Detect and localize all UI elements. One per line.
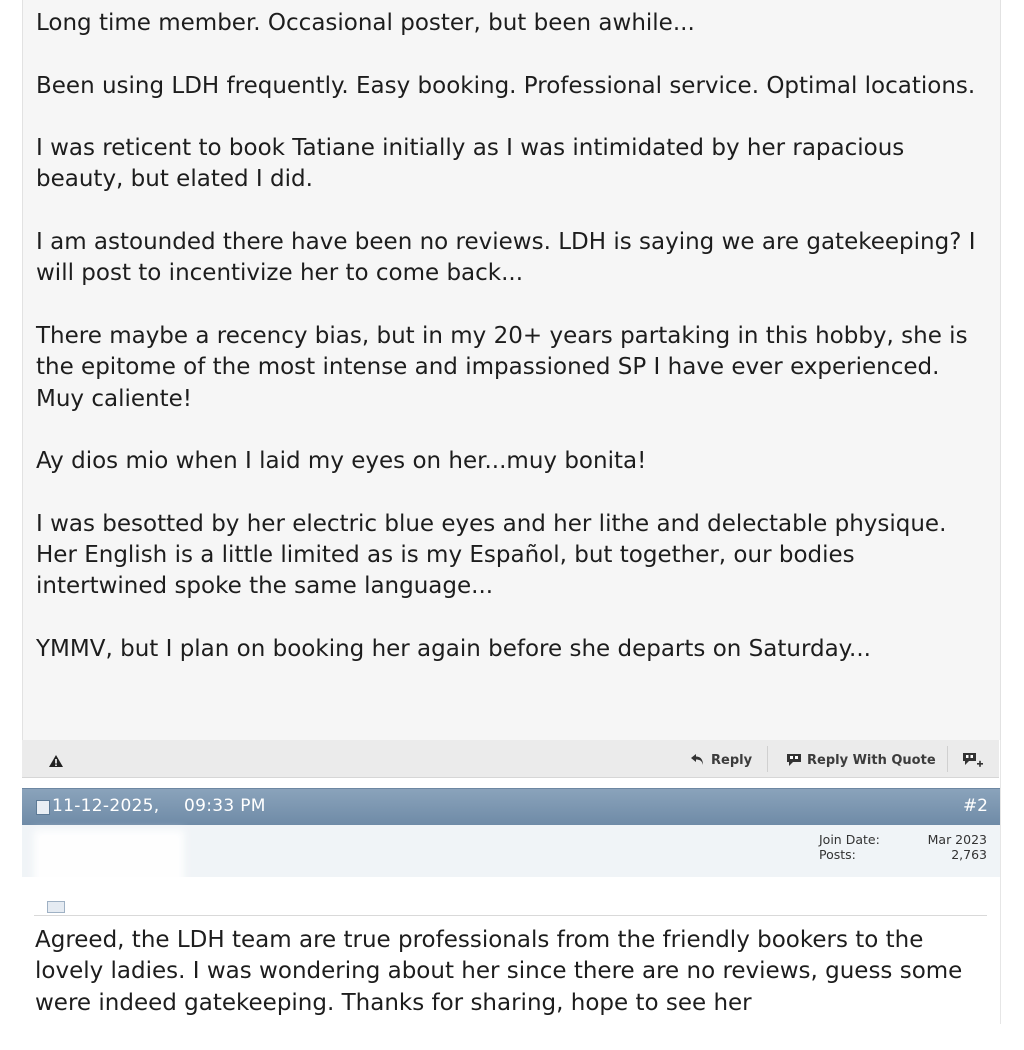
reply-button[interactable]: Reply (690, 749, 752, 771)
page-right-gutter (1000, 0, 1024, 1024)
post-paragraph: I was reticent to book Tatiane initially… (36, 135, 905, 193)
post-2-text: Agreed, the LDH team are true profession… (35, 925, 985, 1050)
posts-count-value: 2,763 (951, 847, 987, 862)
action-divider (947, 746, 948, 772)
post-paragraph: YMMV, but I plan on booking her again be… (36, 635, 871, 662)
join-date-value: Mar 2023 (927, 832, 987, 847)
reply-label: Reply (711, 752, 753, 768)
reply-arrow-icon (691, 754, 703, 765)
post-time: 09:33 PM (184, 796, 266, 816)
post-paragraph: I am astounded there have been no review… (36, 229, 976, 287)
multi-quote-button[interactable] (962, 749, 989, 771)
join-date-label: Join Date: (819, 832, 880, 847)
post-1-body: Long time member. Occasional poster, but… (22, 0, 1001, 740)
reply-with-quote-label: Reply With Quote (807, 752, 936, 768)
post-2-header: 11-12-2025, 09:33 PM #2 (22, 788, 1000, 825)
post-icon (47, 901, 65, 913)
post-paragraph: Ay dios mio when I laid my eyes on her..… (36, 448, 647, 475)
action-divider (767, 746, 768, 772)
post-action-bar: Reply Reply With Quote (22, 740, 999, 778)
post-1-text: Long time member. Occasional poster, but… (36, 8, 986, 697)
post-status-icon (36, 800, 50, 815)
quote-bubble-icon (787, 754, 801, 766)
post-date: 11-12-2025, (52, 796, 160, 816)
post-paragraph: I was besotted by her electric blue eyes… (36, 510, 947, 600)
report-post-icon[interactable] (48, 753, 64, 772)
post-paragraph: Long time member. Occasional poster, but… (36, 10, 695, 36)
post-paragraph: There maybe a recency bias, but in my 20… (36, 322, 968, 412)
multi-quote-plus-icon (963, 753, 983, 767)
post-separator (34, 915, 987, 916)
post-paragraph: Agreed, the LDH team are true profession… (35, 927, 963, 1016)
post-2-body: Agreed, the LDH team are true profession… (22, 877, 1000, 1024)
post-2-userinfo: Join Date: Mar 2023 Posts: 2,763 (22, 825, 1000, 910)
post-paragraph: Been using LDH frequently. Easy booking.… (36, 72, 976, 99)
posts-count-label: Posts: (819, 847, 856, 862)
reply-with-quote-button[interactable]: Reply With Quote (786, 749, 936, 771)
post-number-link[interactable]: #2 (963, 796, 988, 816)
